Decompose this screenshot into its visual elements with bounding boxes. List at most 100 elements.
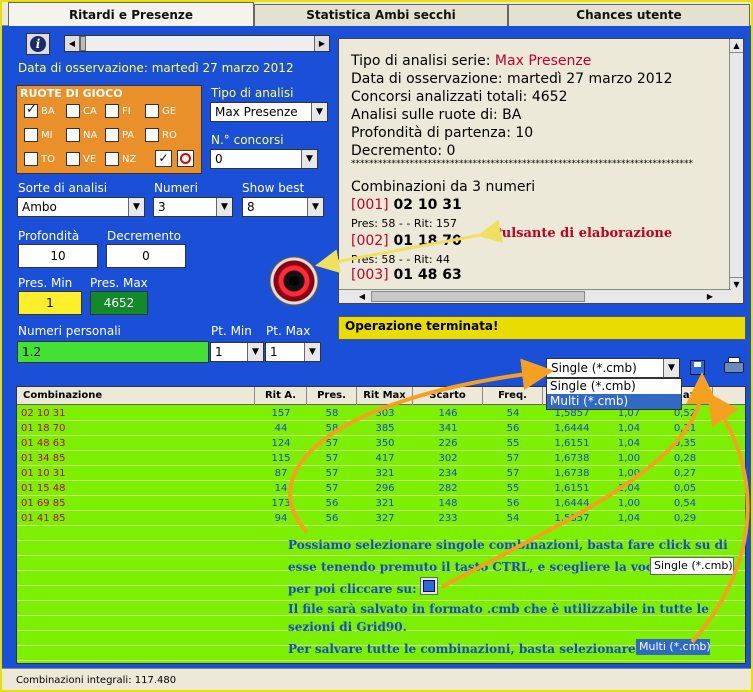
data-osservazione-value: martedì 27 marzo 2012 (151, 61, 294, 75)
save-format-dropdown[interactable]: Single (*.cmb) Multi (*.cmb) (546, 378, 682, 410)
ruote-panel: RUOTE DI GIOCO BA CA FI GE MI NA PA RO T… (16, 85, 202, 174)
grid-header-cell[interactable]: Rit Max (357, 387, 413, 405)
grid-cell: 57 (325, 438, 339, 449)
grid-header-cell[interactable]: Freq. (483, 387, 543, 405)
elaborazione-button[interactable] (269, 256, 319, 306)
info-comb-title: Combinazioni da 3 numeri (351, 179, 536, 195)
grid-cell: 303 (375, 408, 395, 419)
table-row[interactable]: 01 10 31 87 57 321 234 57 1,6738 1,00 0,27 (17, 466, 745, 481)
ruota-ba-checkbox[interactable] (24, 102, 38, 118)
chevron-down-icon[interactable]: ▼ (216, 198, 232, 216)
numeri-select[interactable]: 3 ▼ (153, 197, 233, 217)
profondita-input[interactable]: 10 (18, 244, 98, 268)
decremento-input[interactable]: 0 (106, 244, 186, 268)
ruota-na-checkbox[interactable] (66, 128, 80, 142)
chevron-down-icon[interactable]: ▼ (301, 150, 317, 168)
show-best-select[interactable]: 8 ▼ (242, 197, 324, 217)
grid-cell: 01 69 85 (21, 498, 66, 509)
tipo-analisi-select[interactable]: Max Presenze ▼ (210, 102, 328, 122)
save-format-select[interactable]: Single (*.cmb) ▼ (546, 358, 680, 378)
tab-ritardi-presenze[interactable]: Ritardi e Presenze (8, 2, 254, 26)
tab-statistica-ambi[interactable]: Statistica Ambi secchi (254, 4, 508, 26)
select-all-button[interactable]: ✓ (155, 150, 172, 167)
scroll-right-icon[interactable]: ▶ (703, 290, 717, 303)
grid-cell: 321 (375, 498, 395, 509)
grid-cell: 157 (271, 408, 291, 419)
numeri-value: 3 (158, 200, 166, 214)
grid-cell: 0,54 (673, 498, 697, 509)
chevron-down-icon[interactable]: ▼ (663, 359, 679, 377)
ruota-mi-checkbox[interactable] (24, 128, 38, 142)
table-row[interactable]: 01 41 85 94 56 327 233 54 1,5857 1,04 0,29 (17, 511, 745, 526)
grid-header-cell[interactable]: Pres. (307, 387, 357, 405)
scroll-up-icon[interactable]: ▲ (730, 39, 743, 53)
table-row[interactable]: 01 15 48 14 57 296 282 55 1,6151 1,04 0,05 (17, 481, 745, 496)
info-hscrollbar[interactable]: ◀ ▶ (339, 289, 731, 303)
numeri-label: Numeri (154, 181, 198, 195)
ruota-fi-checkbox[interactable] (105, 104, 119, 118)
save-format-option-multi[interactable]: Multi (*.cmb) (547, 394, 681, 409)
scroll-down-icon[interactable]: ▼ (730, 277, 743, 291)
pres-max-label: Pres. Max (90, 276, 148, 290)
save-button[interactable] (688, 358, 708, 378)
chevron-down-icon[interactable]: ▼ (307, 198, 323, 216)
pt-min-select[interactable]: 1 ▼ (210, 342, 264, 362)
info-ruote: Analisi sulle ruote di: BA (351, 107, 522, 123)
sorte-select[interactable]: Ambo ▼ (17, 197, 145, 217)
save-format-value: Single (*.cmb) (551, 361, 637, 375)
ruota-nz-checkbox[interactable] (105, 152, 119, 166)
ruota-pa-checkbox[interactable] (105, 128, 119, 142)
scroll-left-icon[interactable]: ◀ (65, 36, 80, 51)
ruota-ge-label: GE (162, 106, 177, 117)
tab-chances-utente[interactable]: Chances utente (508, 4, 750, 26)
scroll-thumb[interactable] (80, 36, 86, 51)
chevron-down-icon[interactable]: ▼ (128, 198, 144, 216)
date-scrollbar[interactable]: ◀ ▶ (64, 35, 330, 52)
save-format-option-single[interactable]: Single (*.cmb) (547, 379, 681, 394)
footer-status: Combinazioni integrali: 117.480 (2, 668, 751, 690)
pres-min-input[interactable]: 1 (18, 291, 82, 315)
chevron-down-icon[interactable]: ▼ (304, 343, 320, 361)
scroll-thumb[interactable] (371, 291, 585, 302)
chevron-down-icon[interactable]: ▼ (311, 103, 327, 121)
ruota-to-checkbox[interactable] (24, 152, 38, 166)
grid-cell: 57 (506, 468, 520, 479)
note-line-1: Possiamo selezionare singole combinazion… (288, 538, 728, 552)
grid-cell: 233 (438, 513, 458, 524)
ruota-ro-checkbox[interactable] (145, 128, 159, 142)
grid-header-cell[interactable]: Combinazione (17, 387, 255, 405)
info-vscrollbar[interactable]: ▲ ▼ (729, 39, 743, 291)
ruota-ve-checkbox[interactable] (66, 152, 80, 166)
info-button[interactable]: i (26, 33, 50, 55)
scroll-left-icon[interactable]: ◀ (355, 290, 369, 303)
grid-header-cell[interactable]: Scarto (413, 387, 483, 405)
grid-header-cell[interactable]: Rit A. (255, 387, 307, 405)
footer-text: Combinazioni integrali: 117.480 (16, 675, 177, 686)
grid-cell: 14 (274, 483, 288, 494)
note-floppy-icon (420, 577, 438, 595)
table-row[interactable]: 01 18 70 44 58 385 341 56 1,6444 1,04 0,11 (17, 421, 745, 436)
deselect-all-button[interactable] (177, 150, 194, 167)
ruota-to-label: TO (41, 154, 55, 165)
analysis-info-panel[interactable]: Tipo di analisi serie: Max Presenze Data… (338, 38, 744, 304)
numeri-personali-input[interactable]: 1.2 (17, 341, 209, 363)
grid-cell: 1,6151 (554, 438, 590, 449)
n-concorsi-select[interactable]: 0 ▼ (210, 149, 318, 169)
ruota-ca-checkbox[interactable] (66, 104, 80, 118)
table-row[interactable]: 01 69 85 173 56 321 148 56 1,6444 1,00 0,54 (17, 496, 745, 511)
table-row[interactable]: 01 48 63 124 57 350 226 55 1,6151 1,04 0,35 (17, 436, 745, 451)
pres-max-input[interactable]: 4652 (90, 291, 148, 315)
grid-cell: 0,35 (673, 438, 697, 449)
grid-cell: 1,00 (617, 453, 641, 464)
grid-cell: 1,6738 (554, 453, 590, 464)
tab-bar: Ritardi e Presenze Statistica Ambi secch… (2, 2, 751, 26)
chevron-down-icon[interactable]: ▼ (247, 343, 263, 361)
pt-max-select[interactable]: 1 ▼ (265, 342, 321, 362)
ruota-ge-checkbox[interactable] (145, 104, 159, 118)
grid-cell: 1,04 (617, 483, 641, 494)
note-line-5: sezioni di Grid90. (288, 620, 407, 634)
grid-cell: 0,28 (673, 453, 697, 464)
table-row[interactable]: 01 34 85 115 57 417 302 57 1,6738 1,00 0,28 (17, 451, 745, 466)
scroll-right-icon[interactable]: ▶ (314, 36, 329, 51)
print-button[interactable] (722, 356, 746, 378)
